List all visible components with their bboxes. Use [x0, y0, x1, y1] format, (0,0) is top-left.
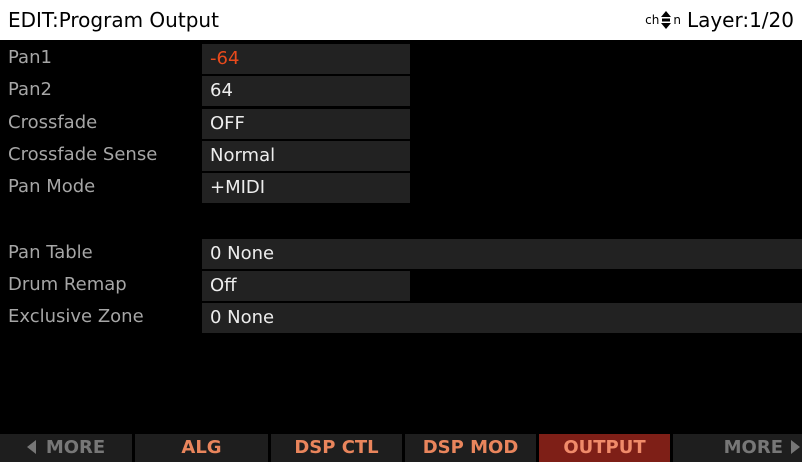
- param-row-pan-table: Pan Table 0 None: [0, 238, 802, 269]
- param-value-field[interactable]: 0 None: [202, 239, 802, 269]
- param-value: 0 None: [210, 243, 275, 264]
- softkey-dsp-mod[interactable]: DSP MOD: [402, 434, 536, 462]
- softkey-alg[interactable]: ALG: [132, 434, 268, 462]
- softkey-label: ALG: [181, 437, 222, 458]
- softkey-label: OUTPUT: [563, 437, 646, 458]
- param-label: Exclusive Zone: [8, 306, 144, 327]
- param-label: Crossfade Sense: [8, 144, 158, 165]
- param-value: 64: [210, 80, 233, 101]
- param-value-field[interactable]: Off: [202, 271, 410, 301]
- param-row-crossfade-sense: Crossfade Sense Normal: [0, 140, 802, 171]
- title-bar: EDIT:Program Output ch n Layer:1/20: [0, 0, 802, 40]
- param-label: Pan Mode: [8, 176, 96, 197]
- param-value: +MIDI: [210, 177, 266, 198]
- softkey-label: DSP CTL: [294, 437, 379, 458]
- param-value-field[interactable]: -64: [202, 44, 410, 74]
- chzn-label-right: n: [673, 13, 681, 27]
- triangle-left-icon: [26, 440, 36, 454]
- param-value: Off: [210, 275, 237, 296]
- param-value: Normal: [210, 145, 276, 166]
- param-value-field[interactable]: Normal: [202, 141, 410, 171]
- param-row-exclusive-zone: Exclusive Zone 0 None: [0, 302, 802, 333]
- chzn-updown-icon: ch n: [645, 10, 681, 30]
- param-row-pan1: Pan1 -64: [0, 43, 802, 74]
- param-row-drum-remap: Drum Remap Off: [0, 270, 802, 301]
- softkey-output[interactable]: OUTPUT: [536, 434, 670, 462]
- chzn-label-left: ch: [645, 13, 660, 27]
- param-label: Pan2: [8, 79, 52, 100]
- softkey-label: MORE: [45, 437, 106, 458]
- layer-indicator: ch n Layer:1/20: [645, 8, 794, 32]
- param-value-field[interactable]: 0 None: [202, 303, 802, 333]
- layer-label: Layer:1/20: [686, 8, 794, 32]
- param-row-pan-mode: Pan Mode +MIDI: [0, 172, 802, 203]
- param-label: Pan1: [8, 47, 52, 68]
- param-label: Crossfade: [8, 112, 98, 133]
- param-row-crossfade: Crossfade OFF: [0, 108, 802, 139]
- param-value-field[interactable]: 64: [202, 76, 410, 106]
- triangle-right-icon: [791, 440, 800, 454]
- param-value: 0 None: [210, 307, 275, 328]
- softkey-dsp-ctl[interactable]: DSP CTL: [268, 434, 402, 462]
- softkey-more-right[interactable]: MORE: [670, 434, 802, 462]
- param-row-pan2: Pan2 64: [0, 75, 802, 106]
- page-title: EDIT:Program Output: [8, 8, 219, 32]
- param-value-field[interactable]: +MIDI: [202, 173, 410, 203]
- softkey-more-left[interactable]: MORE: [0, 434, 132, 462]
- softkey-label: DSP MOD: [422, 437, 519, 458]
- param-value-field[interactable]: OFF: [202, 109, 410, 139]
- soft-button-bar: MORE ALG DSP CTL DSP MOD OUTPUT MORE: [0, 434, 802, 462]
- softkey-label: MORE: [723, 437, 783, 458]
- param-label: Pan Table: [8, 242, 93, 263]
- param-value: OFF: [210, 113, 245, 134]
- param-value: -64: [210, 48, 240, 69]
- param-label: Drum Remap: [8, 274, 127, 295]
